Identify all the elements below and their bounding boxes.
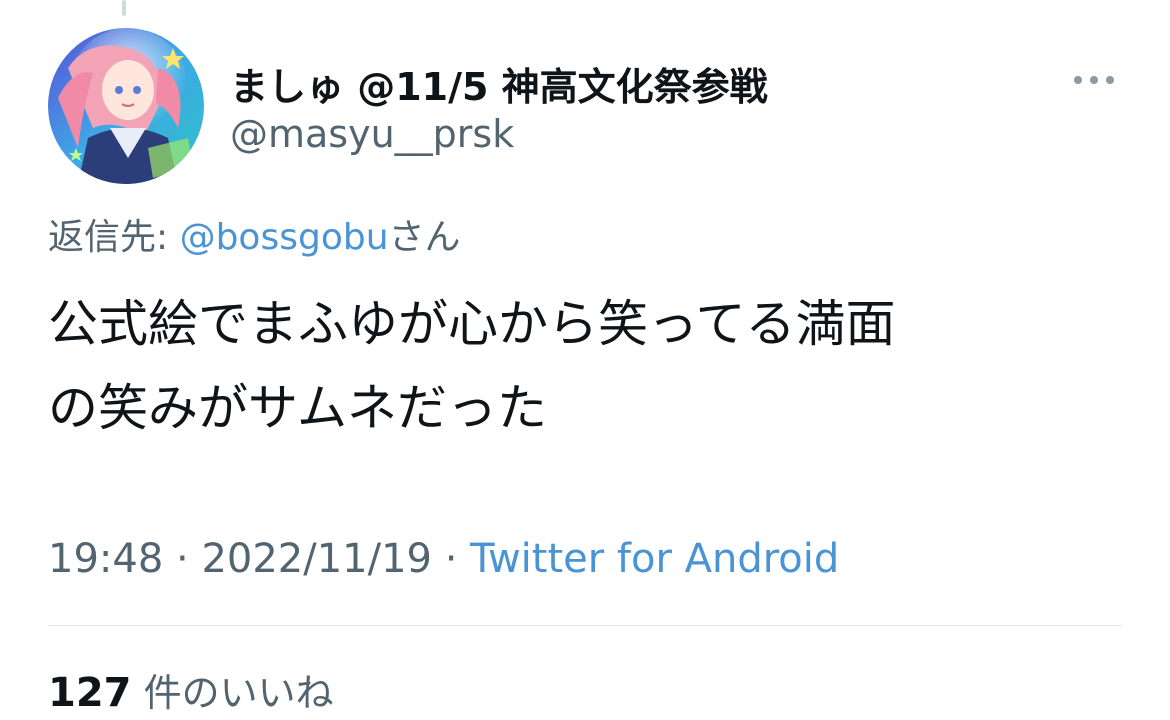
tweet-time[interactable]: 19:48 [48,536,163,582]
tweet-text-line: 公式絵でまふゆが心から笑ってる満面 [48,295,896,353]
divider [48,625,1122,626]
likes-label: 件のいいね [143,671,334,715]
tweet-text: 公式絵でまふゆが心から笑ってる満面 の笑みがサムネだった [48,282,1128,450]
avatar[interactable] [48,28,204,184]
tweet-text-line: の笑みがサムネだった [48,379,547,437]
likes-stat[interactable]: 127 件のいいね [48,662,334,717]
reply-prefix: 返信先: [48,217,180,258]
reply-mention-link[interactable]: @bossgobu [180,217,389,258]
tweet-date[interactable]: 2022/11/19 [201,536,432,582]
reply-to-line: 返信先: @bossgobuさん [48,208,461,260]
tweet-meta: 19:48 · 2022/11/19 · Twitter for Android [48,536,839,582]
meta-separator: · [163,536,202,582]
reply-suffix: さん [388,217,461,258]
thread-connector-line [122,0,126,16]
tweet-detail: ましゅ @11/5 神高文化祭参戦 @masyu__prsk 返信先: @bos… [0,0,1170,720]
reply-mention[interactable]: @bossgobu [180,217,389,258]
more-horizontal-icon[interactable] [1072,70,1116,90]
meta-separator: · [431,536,471,582]
likes-count: 127 [48,670,132,716]
tweet-source-link[interactable]: Twitter for Android [470,536,839,582]
display-name[interactable]: ましゅ @11/5 神高文化祭参戦 [230,56,768,111]
user-handle[interactable]: @masyu__prsk [230,112,514,156]
